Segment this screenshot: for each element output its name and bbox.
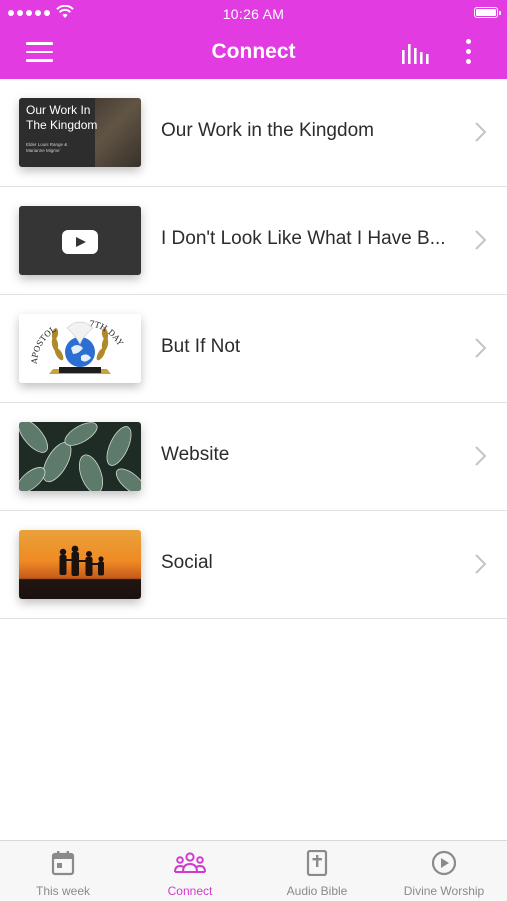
status-time: 10:26 AM bbox=[222, 6, 285, 22]
bible-icon bbox=[306, 850, 328, 876]
audio-bars-icon[interactable] bbox=[400, 42, 430, 64]
more-vertical-icon[interactable] bbox=[461, 39, 475, 67]
page-title: Connect bbox=[211, 40, 296, 63]
list-item-label: Social bbox=[161, 552, 213, 573]
tab-this-week[interactable]: This week bbox=[0, 841, 126, 901]
list-item-but-if-not[interactable]: APOSTOL 7TH DAY But If Not bbox=[0, 295, 507, 403]
people-icon bbox=[174, 852, 206, 873]
thumbnail-leaves bbox=[19, 422, 141, 491]
tab-label: Audio Bible bbox=[286, 884, 348, 898]
play-circle-icon bbox=[431, 850, 457, 876]
chevron-right-icon bbox=[475, 122, 487, 142]
list-item-social[interactable]: Social bbox=[0, 511, 507, 619]
tab-label: Connect bbox=[167, 884, 213, 898]
thumbnail-caption: Elder Louis Range & Marianne Migme´ bbox=[26, 142, 68, 153]
list-item-label: But If Not bbox=[161, 336, 241, 357]
thumbnail-video bbox=[19, 206, 141, 275]
list-item-our-work[interactable]: Our Work In The Kingdom Elder Louis Rang… bbox=[0, 79, 507, 187]
thumbnail-logo: APOSTOL 7TH DAY bbox=[19, 314, 141, 383]
bottom-tab-bar: This week Connect Audio Bible Divine Wor… bbox=[0, 840, 507, 901]
list-item-label: I Don't Look Like What I Have B... bbox=[161, 228, 446, 249]
chevron-right-icon bbox=[475, 230, 487, 250]
list-item-video[interactable]: I Don't Look Like What I Have B... bbox=[0, 187, 507, 295]
chevron-right-icon bbox=[475, 554, 487, 574]
status-bar: 10:26 AM bbox=[0, 0, 507, 26]
battery-icon bbox=[474, 7, 501, 18]
thumbnail-our-work: Our Work In The Kingdom Elder Louis Rang… bbox=[19, 98, 141, 167]
calendar-icon bbox=[51, 851, 75, 876]
hamburger-menu-icon[interactable] bbox=[26, 42, 53, 62]
thumbnail-sunset bbox=[19, 530, 141, 599]
tab-label: Divine Worship bbox=[403, 884, 485, 898]
chevron-right-icon bbox=[475, 446, 487, 466]
tab-label: This week bbox=[35, 884, 91, 898]
tab-audio-bible[interactable]: Audio Bible bbox=[254, 841, 380, 901]
list-item-label: Our Work in the Kingdom bbox=[161, 120, 374, 141]
connect-list: Our Work In The Kingdom Elder Louis Rang… bbox=[0, 79, 507, 619]
tab-connect[interactable]: Connect bbox=[127, 841, 253, 901]
nav-bar: Connect bbox=[0, 26, 507, 79]
list-item-label: Website bbox=[161, 444, 230, 465]
app-header: 10:26 AM Connect bbox=[0, 0, 507, 79]
tab-divine-worship[interactable]: Divine Worship bbox=[381, 841, 507, 901]
youtube-play-icon bbox=[62, 230, 98, 254]
list-item-website[interactable]: Website bbox=[0, 403, 507, 511]
thumbnail-title: Our Work In The Kingdom bbox=[26, 103, 98, 132]
chevron-right-icon bbox=[475, 338, 487, 358]
church-logo: APOSTOL 7TH DAY bbox=[30, 319, 125, 374]
